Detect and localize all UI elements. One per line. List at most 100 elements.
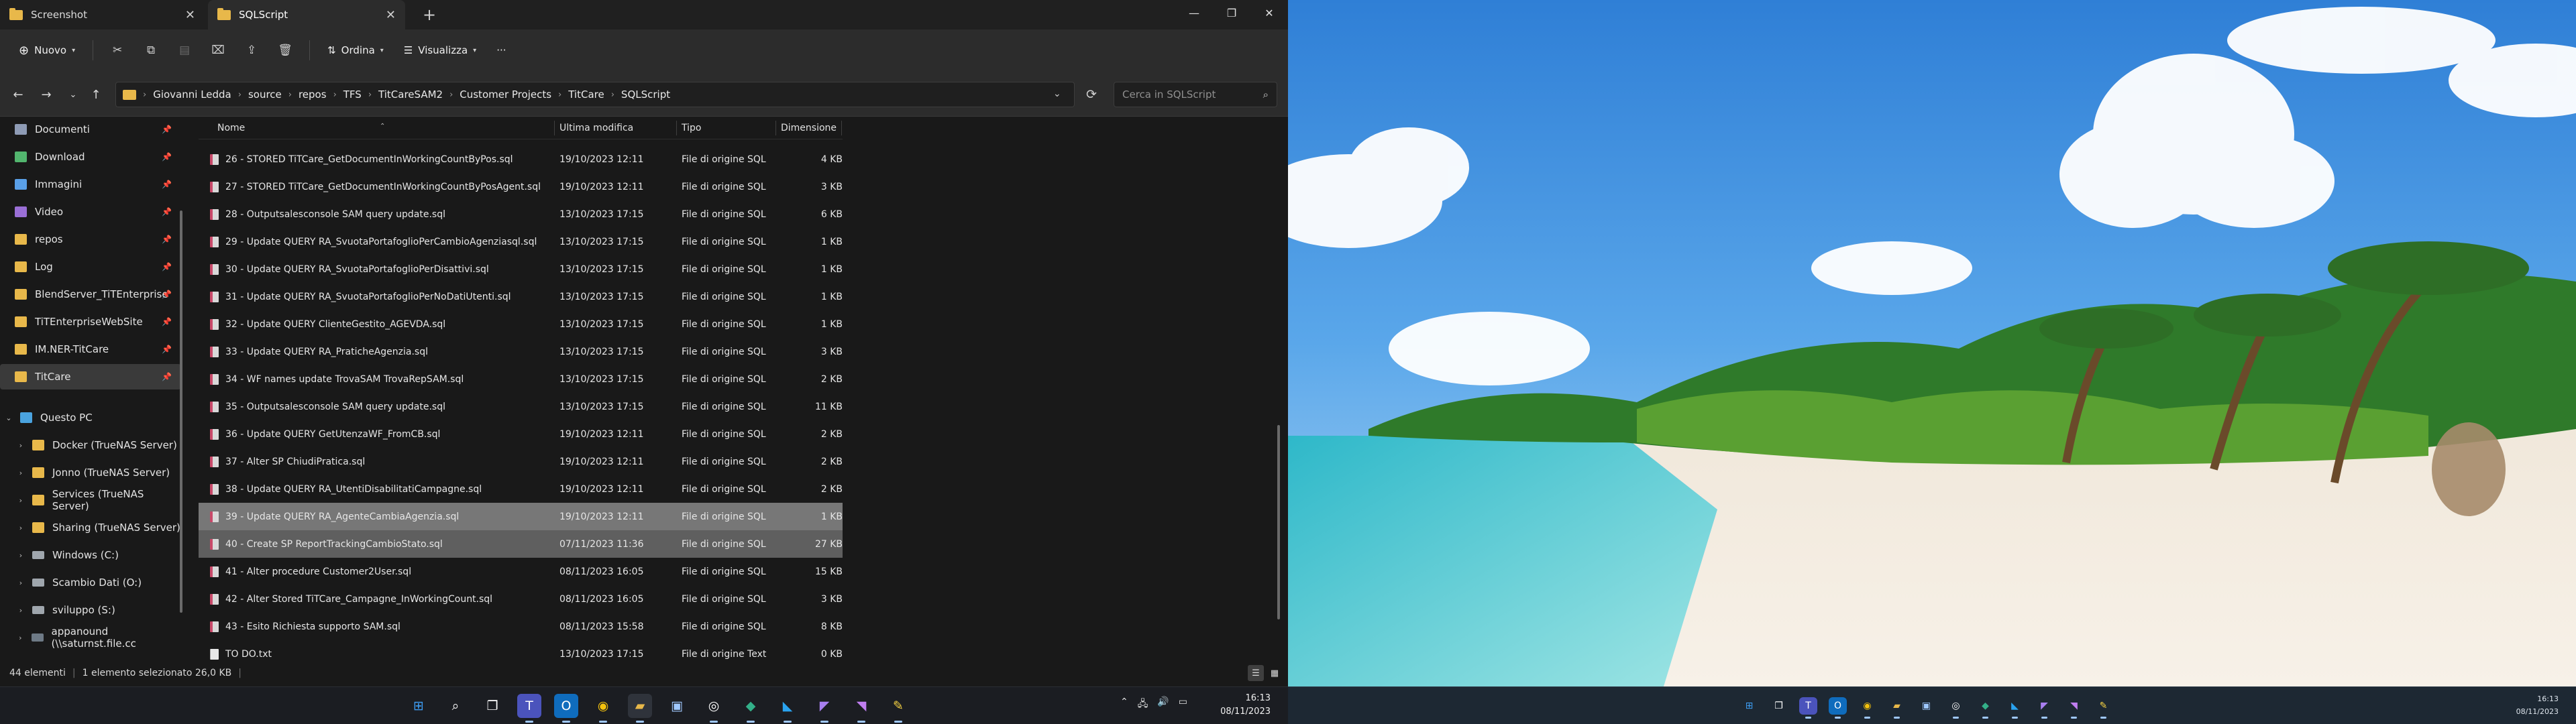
outlook-icon[interactable]: O [554,694,578,723]
visual-studio-icon[interactable]: ◤ [812,694,837,723]
file-row[interactable]: 27 - STORED TiTCare_GetDocumentInWorking… [199,173,843,200]
nav-item-sharing[interactable]: › Sharing (TrueNAS Server) [0,515,181,540]
outlook-icon[interactable]: O [1829,697,1847,719]
file-row[interactable]: 38 - Update QUERY RA_UtentiDisabilitatiC… [199,475,843,503]
file-explorer-icon[interactable]: ▰ [1888,697,1906,719]
delete-icon[interactable]: 🗑 [272,37,299,64]
new-button[interactable]: ⊕ Nuovo ▾ [12,37,82,64]
vscode-icon[interactable]: ◣ [2006,697,2024,719]
notes-icon[interactable]: ✎ [886,694,910,723]
breadcrumb-item[interactable]: source [248,88,282,101]
cut-icon[interactable]: ✂ [104,37,131,64]
nav-item-repos[interactable]: repos 📌 [0,227,181,252]
file-row-selected[interactable]: 40 - Create SP ReportTrackingCambioStato… [199,530,843,558]
nav-item-services[interactable]: › Services (TrueNAS Server) [0,487,181,513]
close-tab-icon[interactable]: ✕ [386,8,396,22]
file-row-hover[interactable]: 39 - Update QUERY RA_AgenteCambiaAgenzia… [199,503,843,530]
nav-item-windows-c[interactable]: › Windows (C:) [0,542,181,568]
file-row[interactable]: 33 - Update QUERY RA_PraticheAgenzia.sql… [199,338,843,365]
nav-item-documents[interactable]: Documenti 📌 [0,117,181,142]
nav-item-jonno[interactable]: › Jonno (TrueNAS Server) [0,460,181,485]
more-options-button[interactable]: ··· [490,37,513,64]
gitkraken-icon[interactable]: ◆ [739,694,763,723]
clock[interactable]: 16:13 08/11/2023 [1220,692,1271,719]
nav-item-docker[interactable]: › Docker (TrueNAS Server) [0,432,181,458]
copy-icon[interactable]: ⧉ [138,37,164,64]
breadcrumb-item[interactable]: TitCare [568,88,604,101]
close-tab-icon[interactable]: ✕ [185,8,195,22]
nav-item-this-pc[interactable]: ⌄ Questo PC [0,405,181,430]
close-window-button[interactable]: ✕ [1250,0,1288,25]
chevron-right-icon[interactable]: › [16,551,25,560]
secondary-clock[interactable]: 16:13 08/11/2023 [2516,692,2559,718]
sort-button[interactable]: ⇅ Ordina ▾ [321,37,390,64]
nav-item-titcare[interactable]: TitCare 📌 [0,364,181,389]
nav-item-log[interactable]: Log 📌 [0,254,181,280]
file-row[interactable]: 29 - Update QUERY RA_SvuotaPortafoglioPe… [199,228,843,255]
column-divider[interactable] [554,121,555,135]
obs-icon[interactable]: ◎ [1947,697,1965,719]
visual-studio-icon[interactable]: ◤ [2035,697,2053,719]
file-row[interactable]: 28 - Outputsalesconsole SAM query update… [199,200,843,228]
column-name[interactable]: Nome [217,123,245,133]
column-size[interactable]: Dimensione [781,123,837,133]
chevron-right-icon[interactable]: › [16,469,25,477]
file-row[interactable]: 26 - STORED TiTCare_GetDocumentInWorking… [199,145,843,173]
tab-sqlscript[interactable]: SQLScript ✕ [208,0,405,29]
nav-item-blendserver[interactable]: BlendServer_TiTEnterprise 📌 [0,282,181,307]
search-input[interactable]: Cerca in SQLScript ⌕ [1114,82,1277,107]
column-type[interactable]: Tipo [682,123,701,133]
new-tab-button[interactable]: + [420,5,439,24]
share-icon[interactable]: ⇪ [238,37,265,64]
task-view-icon[interactable]: ❐ [1770,697,1788,715]
store-icon[interactable]: ▣ [665,694,689,718]
tiles-view-icon[interactable]: ▦ [1267,665,1283,681]
nav-item-appanound[interactable]: › appanound (\\saturnst.file.cc [0,625,181,650]
file-row[interactable]: 32 - Update QUERY ClienteGestito_AGEVDA.… [199,310,843,338]
address-bar[interactable]: › Giovanni Ledda › source › repos › TFS … [115,82,1075,107]
breadcrumb-item[interactable]: TitCareSAM2 [378,88,443,101]
teams-icon[interactable]: T [517,694,541,723]
file-row[interactable]: 30 - Update QUERY RA_SvuotaPortafoglioPe… [199,255,843,283]
chevron-right-icon[interactable]: › [16,524,25,532]
column-date[interactable]: Ultima modifica [559,123,633,133]
back-icon[interactable]: ← [7,83,30,106]
refresh-icon[interactable]: ⟳ [1080,83,1103,106]
notes-icon[interactable]: ✎ [2094,697,2112,719]
up-icon[interactable]: ↑ [85,83,107,106]
nav-scrollbar[interactable] [180,210,182,613]
task-view-icon[interactable]: ❐ [480,694,504,718]
visual-studio-preview-icon[interactable]: ◥ [849,694,873,723]
nav-item-titenterprisewebsite[interactable]: TiTEnterpriseWebSite 📌 [0,309,181,335]
start-icon[interactable]: ⊞ [1740,697,1758,715]
start-icon[interactable]: ⊞ [407,694,431,718]
chevron-right-icon[interactable]: › [16,634,25,642]
show-hidden-icons-icon[interactable]: ⌃ [1120,697,1128,713]
file-row[interactable]: 34 - WF names update TrovaSAM TrovaRepSA… [199,365,843,393]
recent-locations-icon[interactable]: ⌄ [62,83,85,106]
view-button[interactable]: ☰ Visualizza ▾ [397,37,483,64]
breadcrumb-item[interactable]: SQLScript [621,88,670,101]
chevron-right-icon[interactable]: › [16,441,25,450]
store-icon[interactable]: ▣ [1917,697,1935,715]
gitkraken-icon[interactable]: ◆ [1976,697,1994,719]
chrome-icon[interactable]: ◉ [591,694,615,723]
column-divider[interactable] [841,121,842,135]
paste-icon[interactable]: ▤ [171,37,198,64]
obs-icon[interactable]: ◎ [702,694,726,723]
nav-item-sviluppo[interactable]: › sviluppo (S:) [0,597,181,623]
minimize-button[interactable]: — [1175,0,1213,25]
file-row[interactable]: 31 - Update QUERY RA_SvuotaPortafoglioPe… [199,283,843,310]
file-row[interactable]: 37 - Alter SP ChiudiPratica.sql 19/10/20… [199,448,843,475]
file-row[interactable]: 36 - Update QUERY GetUtenzaWF_FromCB.sql… [199,420,843,448]
nav-item-imner-titcare[interactable]: IM.NER-TitCare 📌 [0,337,181,362]
chevron-right-icon[interactable]: › [16,606,25,615]
network-icon[interactable]: 🖧 [1138,697,1148,713]
file-row[interactable]: 42 - Alter Stored TiTCare_Campagne_InWor… [199,585,843,613]
nav-item-video[interactable]: Video 📌 [0,199,181,225]
chevron-down-icon[interactable]: ⌄ [4,414,13,422]
rename-icon[interactable]: ⌧ [205,37,231,64]
tab-screenshot[interactable]: Screenshot ✕ [0,0,205,29]
file-row[interactable]: 35 - Outputsalesconsole SAM query update… [199,393,843,420]
breadcrumb-item[interactable]: TFS [343,88,362,101]
